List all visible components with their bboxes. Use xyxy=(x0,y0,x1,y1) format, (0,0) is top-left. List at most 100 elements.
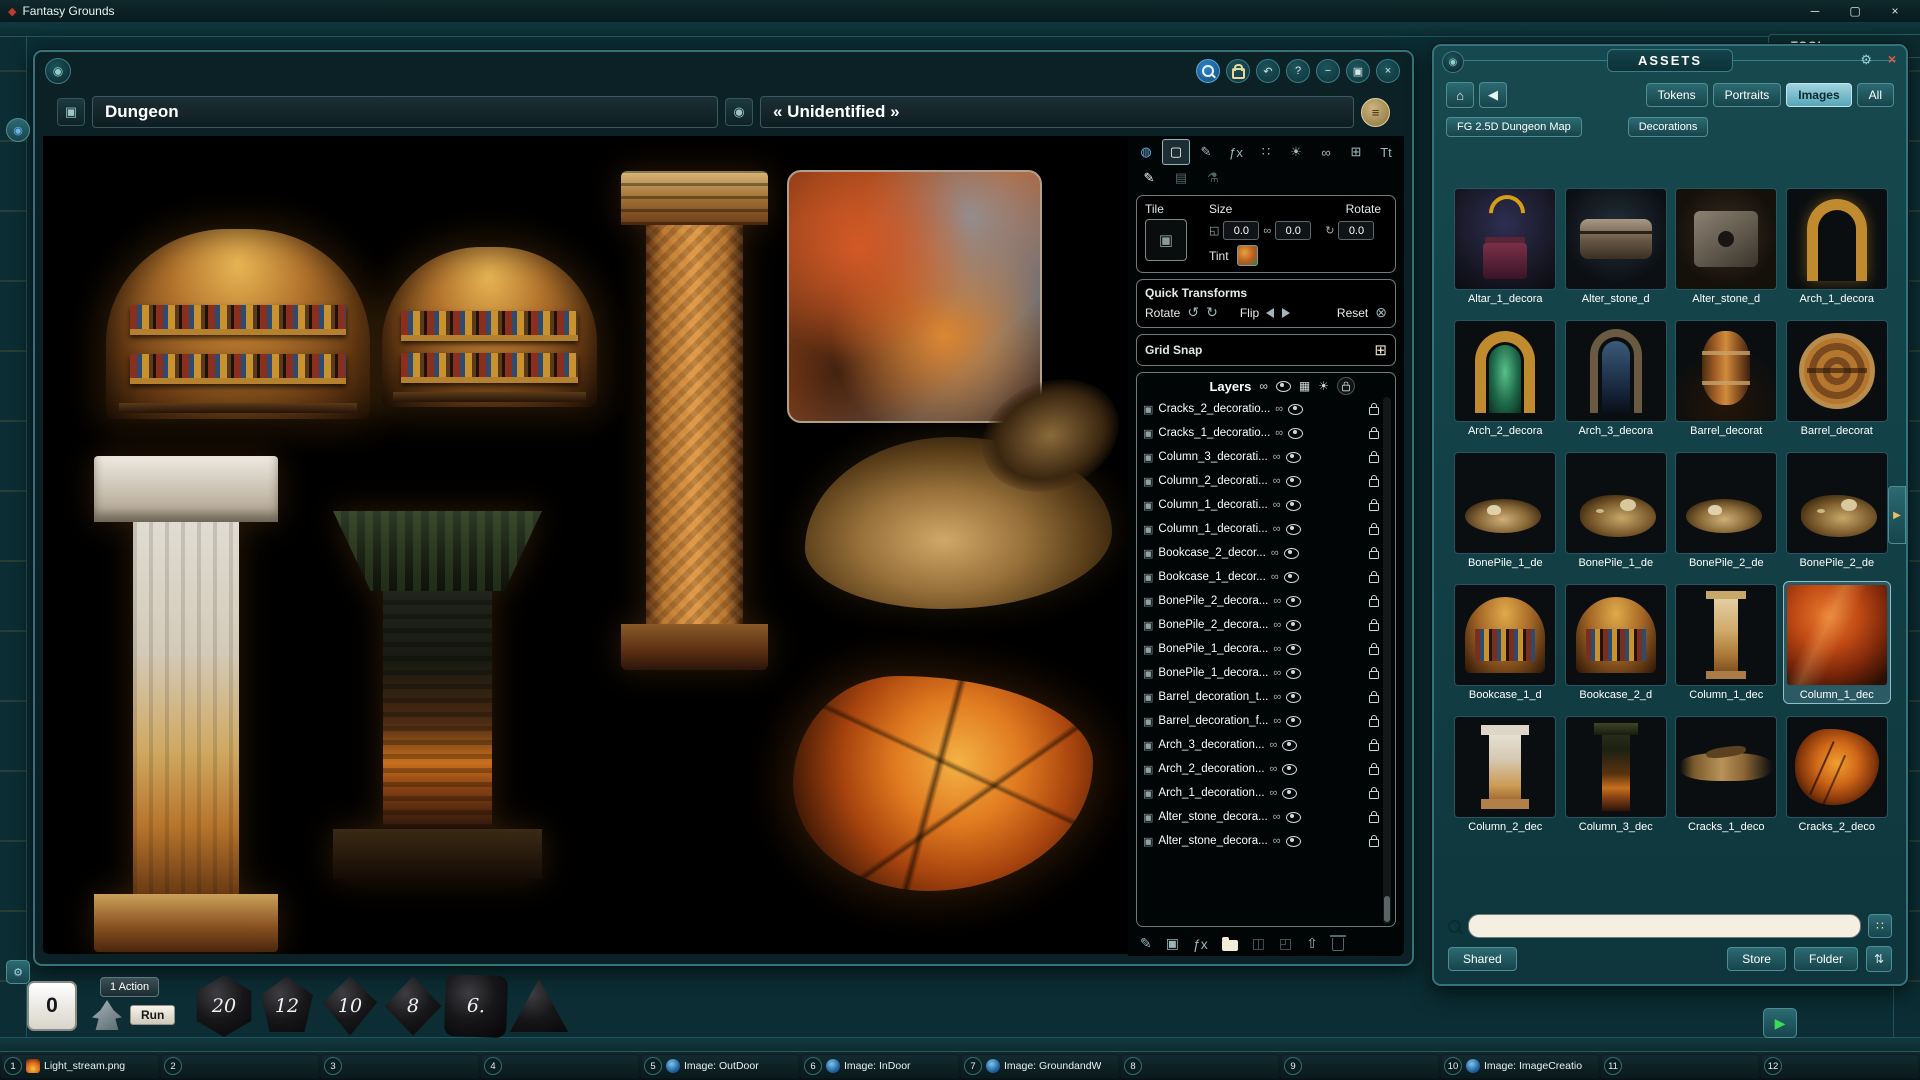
layer-visibility-icon[interactable] xyxy=(1286,716,1301,727)
layer-row[interactable]: ▣ BonePile_2_decora... ∞ xyxy=(1141,613,1379,637)
layer-link-icon[interactable]: ∞ xyxy=(1271,571,1279,583)
grid-icon[interactable]: ∷ xyxy=(1252,139,1280,165)
canvas-image-cracks-orange[interactable] xyxy=(793,676,1093,891)
new-folder-icon[interactable] xyxy=(1222,940,1238,951)
hotkey-slot[interactable]: 12 xyxy=(1761,1054,1919,1078)
layer-lock-icon[interactable] xyxy=(1369,455,1379,463)
tint-swatch[interactable] xyxy=(1237,245,1258,266)
layers-scrollbar[interactable] xyxy=(1383,397,1391,924)
layer-visibility-icon[interactable] xyxy=(1286,668,1301,679)
layer-visibility-icon[interactable] xyxy=(1286,812,1301,823)
layer-row[interactable]: ▣ Cracks_2_decoratio... ∞ xyxy=(1141,397,1379,421)
back-button[interactable]: ◀ xyxy=(1479,82,1507,108)
layer-visibility-icon[interactable] xyxy=(1286,500,1301,511)
layer-row[interactable]: ▣ Column_3_decorati... ∞ xyxy=(1141,445,1379,469)
tab-portraits[interactable]: Portraits xyxy=(1713,83,1782,107)
fx-icon[interactable]: ƒx xyxy=(1222,139,1250,165)
map-name-field[interactable]: Dungeon xyxy=(92,96,718,128)
window-minimize-button[interactable]: − xyxy=(1316,59,1340,83)
user-button[interactable]: ◉ xyxy=(6,118,30,142)
layer-link-icon[interactable]: ∞ xyxy=(1275,403,1283,415)
layer-row[interactable]: ▣ BonePile_2_decora... ∞ xyxy=(1141,589,1379,613)
asset-item[interactable]: Column_1_dec xyxy=(1673,582,1780,703)
layer-visibility-icon[interactable] xyxy=(1286,476,1301,487)
layer-visibility-icon[interactable] xyxy=(1286,644,1301,655)
layer-link-icon[interactable]: ∞ xyxy=(1273,715,1281,727)
tab-all[interactable]: All xyxy=(1857,83,1894,107)
layer-row[interactable]: ▣ Arch_1_decoration... ∞ xyxy=(1141,781,1379,805)
scrollbar-thumb[interactable] xyxy=(1384,896,1390,922)
dragon-statue-icon[interactable] xyxy=(92,1000,122,1030)
layer-visibility-icon[interactable] xyxy=(1286,836,1301,847)
breadcrumb-folder[interactable]: Decorations xyxy=(1628,117,1709,137)
layer-link-icon[interactable]: ∞ xyxy=(1270,763,1278,775)
action-counter-button[interactable]: 1 Action xyxy=(100,977,159,997)
layer-visibility-icon[interactable] xyxy=(1286,596,1301,607)
layer-link-icon[interactable]: ∞ xyxy=(1273,667,1281,679)
store-button[interactable]: Store xyxy=(1727,947,1786,971)
layer-lock-icon[interactable] xyxy=(1369,407,1379,415)
layer-link-icon[interactable]: ∞ xyxy=(1273,811,1281,823)
layer-link-icon[interactable]: ∞ xyxy=(1275,427,1283,439)
world-icon[interactable]: ◍ xyxy=(1132,139,1160,165)
layer-row[interactable]: ▣ Alter_stone_decora... ∞ xyxy=(1141,805,1379,829)
window-stack-button[interactable]: ▣ xyxy=(1346,59,1370,83)
layer-lock-icon[interactable] xyxy=(1369,671,1379,679)
layer-link-icon[interactable]: ∞ xyxy=(1273,835,1281,847)
layer-row[interactable]: ▣ Barrel_decoration_f... ∞ xyxy=(1141,709,1379,733)
asset-item[interactable]: BonePile_2_de xyxy=(1784,450,1891,571)
layer-lock-icon[interactable] xyxy=(1369,791,1379,799)
layer-link-icon[interactable]: ∞ xyxy=(1270,739,1278,751)
die[interactable]: 8 xyxy=(382,975,444,1037)
settings-button[interactable]: ⚙ xyxy=(6,960,30,984)
light-bulb-icon[interactable]: ☀ xyxy=(1318,379,1329,393)
zoom-button[interactable] xyxy=(1196,59,1220,83)
tile-thumbnail[interactable]: ▣ xyxy=(1145,219,1187,261)
breadcrumb-module[interactable]: FG 2.5D Dungeon Map xyxy=(1446,117,1582,137)
add-fx-layer-icon[interactable]: ƒx xyxy=(1193,936,1208,952)
asset-item[interactable]: BonePile_2_de xyxy=(1673,450,1780,571)
canvas-image-texture-square[interactable] xyxy=(787,170,1042,423)
gear-icon[interactable]: ⚙ xyxy=(1860,52,1872,68)
folder-button[interactable]: Folder xyxy=(1794,947,1858,971)
layer-row[interactable]: ▣ Cracks_1_decoratio... ∞ xyxy=(1141,421,1379,445)
hotkey-slot[interactable]: 6 Image: InDoor xyxy=(801,1054,959,1078)
modifier-box[interactable]: 0 xyxy=(27,981,77,1031)
die[interactable]: 6. xyxy=(444,974,508,1038)
layer-visibility-icon[interactable] xyxy=(1284,572,1299,583)
hotkey-slot[interactable]: 8 xyxy=(1121,1054,1279,1078)
rotate-input[interactable] xyxy=(1338,221,1374,240)
layer-link-icon[interactable]: ∞ xyxy=(1273,475,1281,487)
map-canvas[interactable] xyxy=(43,136,1128,954)
layer-lock-icon[interactable] xyxy=(1369,527,1379,535)
close-button[interactable]: × xyxy=(1878,2,1912,20)
canvas-image-column-white[interactable] xyxy=(94,456,278,952)
rotate-cw-icon[interactable]: ↻ xyxy=(1206,304,1218,321)
rotate-icon[interactable]: ↻ xyxy=(1325,224,1334,237)
layer-visibility-icon[interactable] xyxy=(1286,524,1301,535)
stamp-icon[interactable]: ▤ xyxy=(1170,168,1192,188)
size-height-input[interactable] xyxy=(1275,221,1311,240)
layer-lock-icon[interactable] xyxy=(1369,767,1379,775)
asset-item[interactable]: Column_1_dec xyxy=(1784,582,1891,703)
link-size-icon[interactable]: ∞ xyxy=(1263,225,1271,237)
grid-snap-icon[interactable]: ⊞ xyxy=(1374,341,1387,359)
layer-lock-icon[interactable] xyxy=(1369,839,1379,847)
reset-icon[interactable]: ⊗ xyxy=(1375,304,1387,321)
layer-row[interactable]: ▣ Arch_2_decoration... ∞ xyxy=(1141,757,1379,781)
image-icon[interactable]: ▣ xyxy=(57,98,85,126)
layer-visibility-icon[interactable] xyxy=(1282,764,1297,775)
layer-row[interactable]: ▣ Bookcase_1_decor... ∞ xyxy=(1141,565,1379,589)
layer-link-icon[interactable]: ∞ xyxy=(1273,595,1281,607)
panel-collapse-handle[interactable]: ▶ xyxy=(1888,486,1906,544)
size-width-input[interactable] xyxy=(1223,221,1259,240)
radial-menu-button[interactable]: ≡ xyxy=(1361,98,1390,127)
table-icon[interactable]: ⊞ xyxy=(1342,139,1370,165)
tab-tokens[interactable]: Tokens xyxy=(1646,83,1708,107)
layer-visibility-icon[interactable] xyxy=(1286,620,1301,631)
minimize-button[interactable]: ─ xyxy=(1798,2,1832,20)
home-button[interactable]: ⌂ xyxy=(1446,82,1474,108)
globe-icon[interactable]: ◉ xyxy=(725,98,753,126)
layer-row[interactable]: ▣ Barrel_decoration_t... ∞ xyxy=(1141,685,1379,709)
layer-link-icon[interactable]: ∞ xyxy=(1273,451,1281,463)
